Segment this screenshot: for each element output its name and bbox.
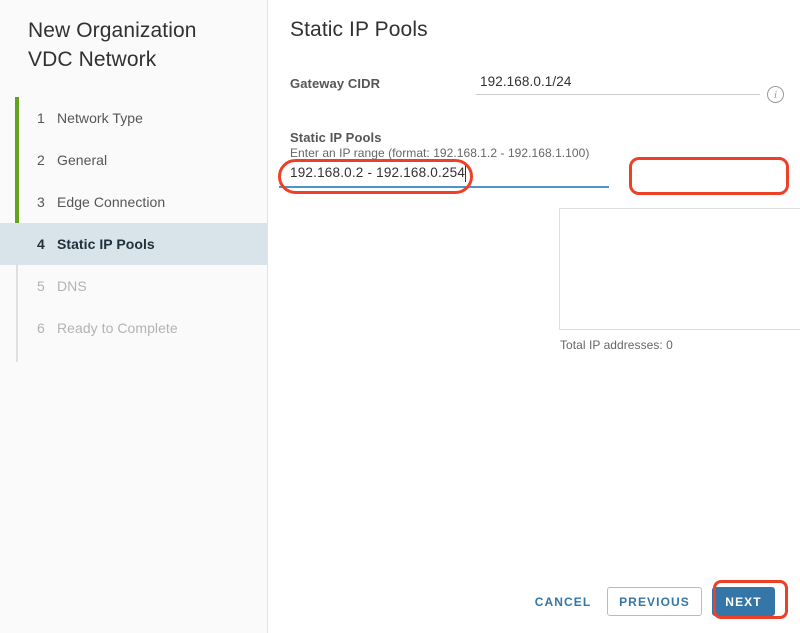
step-number: 2 (37, 152, 45, 168)
cancel-button[interactable]: CANCEL (527, 588, 599, 614)
step-number: 4 (37, 236, 45, 252)
sidebar-step-ready-to-complete: 6 Ready to Complete (0, 307, 267, 349)
step-label: Edge Connection (57, 194, 166, 210)
sidebar-step-network-type[interactable]: 1 Network Type (0, 97, 267, 139)
step-label: Ready to Complete (57, 320, 178, 336)
page-title: Static IP Pools (290, 18, 428, 41)
step-number: 5 (37, 278, 45, 294)
wizard-content-panel: Static IP Pools Gateway CIDR 192.168.0.1… (268, 0, 800, 633)
gateway-cidr-row: Gateway CIDR 192.168.0.1/24 i (290, 74, 785, 103)
gateway-cidr-label: Gateway CIDR (290, 76, 381, 91)
info-icon[interactable]: i (767, 86, 784, 103)
step-number: 1 (37, 110, 45, 126)
step-number: 3 (37, 194, 45, 210)
sidebar-step-dns: 5 DNS (0, 265, 267, 307)
total-ip-addresses-label: Total IP addresses: 0 (560, 338, 673, 352)
wizard-step-list: 1 Network Type 2 General 3 Edge Connecti… (0, 97, 267, 362)
sidebar-step-static-ip-pools[interactable]: 4 Static IP Pools (0, 223, 267, 265)
wizard-footer: CANCEL PREVIOUS NEXT (268, 575, 800, 633)
sidebar-step-edge-connection[interactable]: 3 Edge Connection (0, 181, 267, 223)
sidebar-step-general[interactable]: 2 General (0, 139, 267, 181)
static-ip-pools-heading: Static IP Pools (290, 130, 382, 145)
ip-range-input-wrapper (279, 160, 609, 188)
gateway-cidr-value: 192.168.0.1/24 (476, 74, 760, 95)
wizard-title: New Organization VDC Network (28, 19, 197, 71)
ip-range-input[interactable] (279, 160, 609, 188)
wizard-dialog: New Organization VDC Network 1 Network T… (0, 0, 800, 633)
text-caret (465, 164, 466, 182)
step-label: Network Type (57, 110, 143, 126)
wizard-sidebar: New Organization VDC Network 1 Network T… (0, 0, 268, 633)
static-ip-pools-hint: Enter an IP range (format: 192.168.1.2 -… (290, 146, 590, 160)
next-button[interactable]: NEXT (712, 587, 775, 616)
step-label: DNS (57, 278, 87, 294)
step-label: General (57, 152, 108, 168)
step-number: 6 (37, 320, 45, 336)
step-label: Static IP Pools (57, 236, 155, 252)
ip-pool-list[interactable] (559, 208, 800, 330)
previous-button[interactable]: PREVIOUS (607, 587, 702, 616)
